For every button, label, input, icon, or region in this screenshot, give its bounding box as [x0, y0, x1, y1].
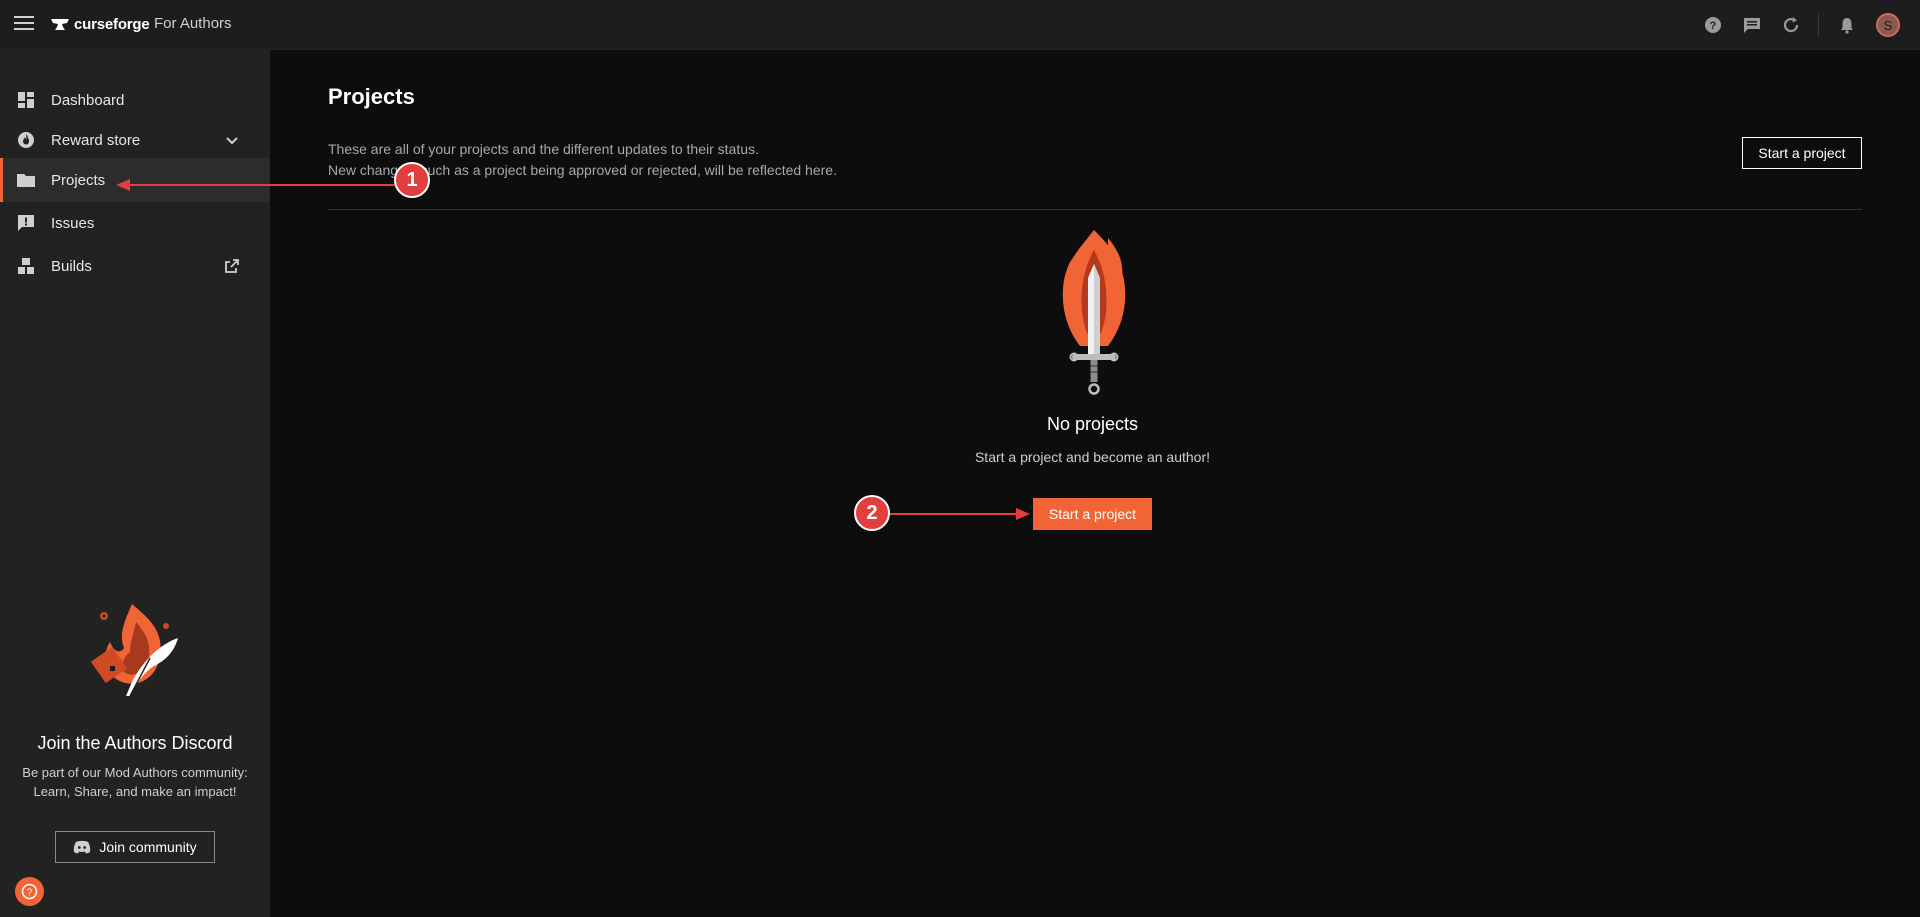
discord-description: Be part of our Mod Authors community: Le…	[0, 763, 270, 801]
refresh-icon[interactable]	[1780, 14, 1802, 36]
discord-desc-line: Be part of our Mod Authors community:	[22, 765, 248, 780]
section-divider	[328, 209, 1862, 210]
sidebar-item-label: Reward store	[51, 131, 141, 149]
chevron-down-icon[interactable]	[224, 132, 240, 148]
help-icon[interactable]: ?	[1702, 14, 1724, 36]
flame-icon	[16, 130, 36, 150]
bell-icon[interactable]	[1836, 14, 1858, 36]
discord-icon	[74, 840, 91, 854]
logo[interactable]: curseforge	[50, 14, 150, 34]
flame-feather-illustration	[90, 604, 178, 697]
sidebar-item-projects[interactable]: Projects	[0, 158, 270, 202]
logo-text: curseforge	[74, 15, 150, 33]
join-community-button[interactable]: Join community	[55, 831, 215, 863]
sidebar-item-label: Issues	[51, 214, 95, 232]
join-community-label: Join community	[99, 839, 197, 855]
start-project-header-button[interactable]: Start a project	[1742, 137, 1862, 169]
sidebar-item-dashboard[interactable]: Dashboard	[0, 78, 270, 122]
help-fab-button[interactable]: ?	[15, 877, 44, 906]
sidebar-item-reward-store[interactable]: Reward store	[0, 118, 270, 162]
page-desc-line: These are all of your projects and the d…	[328, 141, 759, 157]
sidebar-item-issues[interactable]: Issues	[0, 201, 270, 245]
builds-icon	[16, 256, 36, 276]
sidebar-item-label: Dashboard	[51, 91, 125, 109]
sidebar-item-label: Projects	[51, 171, 106, 189]
sidebar-item-builds[interactable]: Builds	[0, 244, 270, 288]
folder-icon	[16, 170, 36, 190]
discord-title: Join the Authors Discord	[37, 733, 233, 753]
sidebar: Dashboard Reward store Projects Issues B…	[0, 50, 270, 917]
curseforge-logo-icon	[51, 19, 69, 30]
annotation-arrowhead-1	[116, 179, 130, 191]
flaming-sword-illustration	[1062, 230, 1126, 395]
dashboard-icon	[16, 90, 36, 110]
app-subtitle: For Authors	[154, 15, 232, 32]
sidebar-item-label: Builds	[51, 257, 92, 275]
annotation-arrow-2	[890, 513, 1018, 515]
svg-text:?: ?	[27, 888, 33, 899]
page-title: Projects	[328, 84, 415, 109]
annotation-badge-2: 2	[854, 495, 890, 531]
menu-icon[interactable]	[14, 16, 34, 32]
top-bar: curseforge For Authors ? S	[0, 0, 1920, 50]
start-project-button[interactable]: Start a project	[1033, 498, 1152, 530]
chat-icon[interactable]	[1741, 14, 1763, 36]
svg-text:?: ?	[1710, 20, 1717, 32]
annotation-arrow-1	[128, 184, 400, 186]
empty-state-title: No projects	[1046, 414, 1139, 434]
issue-icon	[16, 213, 36, 233]
external-link-icon	[225, 259, 239, 273]
annotation-badge-1: 1	[394, 162, 430, 198]
help-icon: ?	[21, 883, 38, 900]
annotation-arrowhead-2	[1016, 508, 1030, 520]
empty-state-description: Start a project and become an author!	[974, 449, 1211, 465]
topbar-divider	[1818, 14, 1819, 36]
discord-desc-line: Learn, Share, and make an impact!	[33, 784, 237, 799]
user-avatar[interactable]: S	[1876, 13, 1900, 37]
